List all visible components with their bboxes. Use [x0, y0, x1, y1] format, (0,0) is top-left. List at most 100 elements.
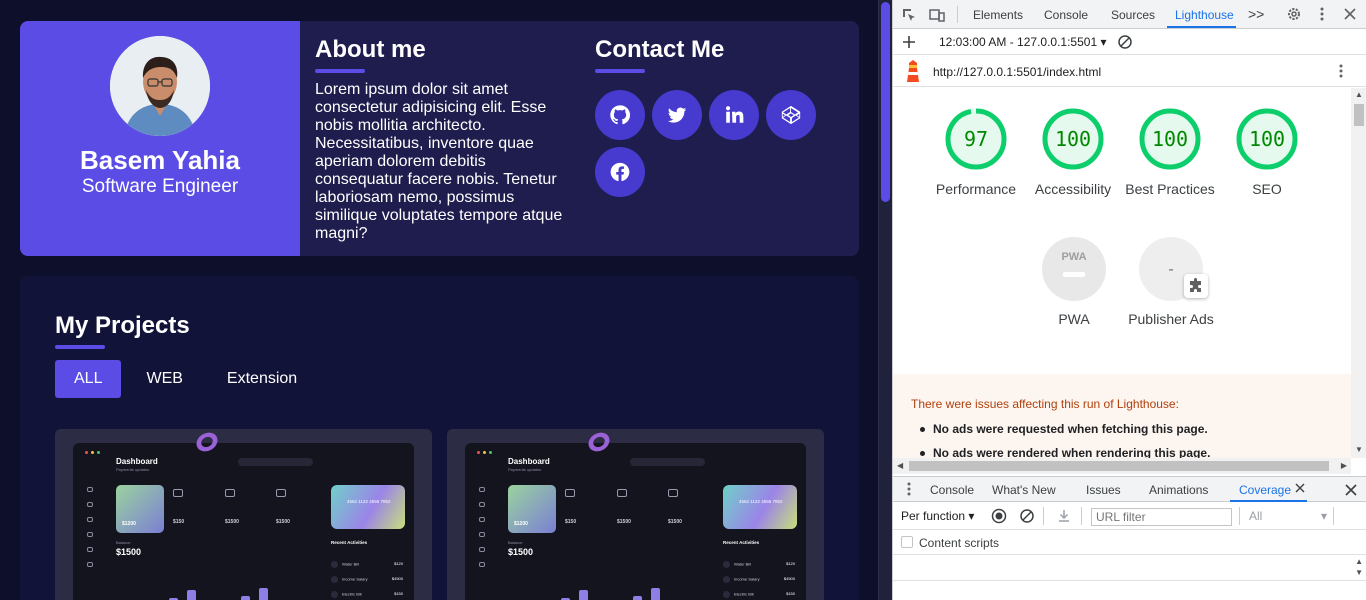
score-ring: 97 — [945, 108, 1007, 170]
recent-item: Electric Bill $150 — [723, 591, 795, 598]
scroll-left-arrow-icon[interactable]: ◀ — [897, 461, 903, 470]
twitter-link[interactable] — [652, 90, 702, 140]
report-url-bar: http://127.0.0.1:5501/index.html — [893, 55, 1366, 87]
drawer-tab-issues[interactable]: Issues — [1086, 483, 1121, 497]
project-card[interactable]: Dashboard Payments updates $1200 $150 $1… — [55, 429, 432, 600]
project-filters: ALL WEB Extension — [55, 360, 316, 398]
devtools-panel: Elements Console Sources Lighthouse >> 1… — [892, 0, 1366, 600]
mini-card: $1200 — [508, 485, 556, 533]
active-tab-underline — [1167, 26, 1236, 28]
gauge-accessibility[interactable]: 100 Accessibility — [1028, 106, 1118, 199]
device-toolbar-icon[interactable] — [929, 7, 945, 23]
recent-title: Recent Activities — [723, 540, 760, 545]
title-underline — [315, 69, 365, 73]
credit-card: 4562 1122 4595 7852 — [331, 485, 405, 529]
tab-lighthouse[interactable]: Lighthouse — [1175, 8, 1234, 22]
project-card[interactable]: Dashboard Payments updates $1200 $150 $1… — [447, 429, 824, 600]
tab-console[interactable]: Console — [1044, 8, 1088, 22]
codepen-link[interactable] — [766, 90, 816, 140]
tab-elements[interactable]: Elements — [973, 8, 1023, 22]
balance-chart — [515, 568, 705, 600]
export-download-icon[interactable] — [1056, 508, 1072, 524]
clear-icon[interactable] — [1019, 508, 1035, 524]
report-url: http://127.0.0.1:5501/index.html — [933, 65, 1102, 79]
filter-web[interactable]: WEB — [127, 360, 201, 398]
balance-chart — [123, 568, 313, 600]
recent-item: Income Salary $4500 — [331, 576, 403, 583]
scroll-down-arrow-icon[interactable]: ▼ — [1355, 445, 1363, 454]
filter-extension[interactable]: Extension — [208, 360, 316, 398]
mini-card: $1200 — [116, 485, 164, 533]
projects-section: My Projects ALL WEB Extension Dashboard … — [20, 276, 859, 600]
report-horizontal-thumb[interactable] — [909, 461, 1329, 471]
dashboard-search — [630, 458, 705, 466]
report-horizontal-scrollbar[interactable]: ◀ ▶ — [893, 458, 1351, 474]
close-drawer-icon[interactable] — [1343, 482, 1359, 498]
github-link[interactable] — [595, 90, 645, 140]
close-tab-icon[interactable] — [1294, 482, 1306, 494]
linkedin-link[interactable] — [709, 90, 759, 140]
scroll-down-arrow-icon[interactable]: ▼ — [1355, 568, 1363, 577]
new-report-plus-icon[interactable] — [901, 34, 917, 50]
title-underline — [55, 345, 105, 349]
report-vertical-scrollbar[interactable]: ▲ ▼ — [1351, 88, 1366, 458]
drawer-tab-animations[interactable]: Animations — [1149, 483, 1208, 497]
facebook-icon — [610, 162, 630, 182]
record-icon[interactable] — [991, 508, 1007, 524]
inspect-element-icon[interactable] — [901, 7, 917, 23]
type-filter-select[interactable]: All ▾ — [1249, 509, 1327, 523]
devtools-toolbar: Elements Console Sources Lighthouse >> — [893, 0, 1366, 29]
coverage-mode-select[interactable]: Per function ▾ — [901, 509, 974, 523]
gauge-publisher-ads[interactable]: - Publisher Ads — [1126, 236, 1216, 329]
gauge-best-practices[interactable]: 100 Best Practices — [1125, 106, 1215, 199]
scroll-right-arrow-icon[interactable]: ▶ — [1341, 461, 1347, 470]
dropdown-caret-icon: ▾ — [1320, 509, 1327, 523]
filter-all[interactable]: ALL — [55, 360, 122, 398]
report-selector[interactable]: 12:03:00 AM - 127.0.0.1:5501 ▾ — [939, 35, 1107, 49]
page-scroll-thumb[interactable] — [881, 2, 890, 202]
svg-text:PWA: PWA — [1061, 251, 1086, 263]
balance-label: Balance — [508, 540, 523, 545]
gauge-label: Publisher Ads — [1128, 311, 1214, 327]
facebook-link[interactable] — [595, 147, 645, 197]
gauge-label: Accessibility — [1034, 181, 1112, 197]
lighthouse-logo-icon — [907, 60, 919, 82]
drawer-tab-coverage[interactable]: Coverage — [1239, 483, 1291, 497]
settings-gear-icon[interactable] — [1286, 6, 1302, 22]
page-scrollbar[interactable] — [878, 0, 892, 600]
gauge-score: 97 — [964, 127, 988, 151]
gauge-performance[interactable]: 97 Performance — [931, 106, 1021, 199]
gauge-score: 100 — [1152, 127, 1188, 151]
close-icon[interactable] — [1342, 6, 1358, 22]
gauge-score: 100 — [1249, 127, 1285, 151]
report-menu-icon[interactable] — [1333, 63, 1349, 79]
coverage-toolbar: Per function ▾ All▾ — [893, 502, 1366, 530]
about-title: About me — [315, 36, 426, 63]
dashboard-search — [238, 458, 313, 466]
scroll-up-arrow-icon[interactable]: ▲ — [1355, 557, 1363, 566]
more-options-icon[interactable] — [1314, 6, 1330, 22]
content-scripts-row: Content scripts — [893, 530, 1366, 555]
credit-card: 4562 1122 4595 7852 — [723, 485, 797, 529]
drawer-tab-whats-new[interactable]: What's New — [992, 483, 1056, 497]
dashboard-subtitle: Payments updates — [116, 467, 150, 472]
window-dots — [85, 451, 100, 454]
score-ring: 100 — [1139, 108, 1201, 170]
clear-reports-icon[interactable] — [1117, 34, 1133, 50]
mini-stat: $1500 — [668, 489, 706, 525]
content-scripts-checkbox[interactable] — [901, 536, 913, 548]
drawer-tab-console[interactable]: Console — [930, 483, 974, 497]
gauge-seo[interactable]: 100 SEO — [1222, 106, 1312, 199]
recent-title: Recent Activities — [331, 540, 368, 545]
gauge-label: Performance — [935, 181, 1017, 197]
gauge-label: SEO — [1252, 181, 1282, 197]
more-tabs-button[interactable]: >> — [1248, 6, 1264, 22]
report-vertical-thumb[interactable] — [1354, 104, 1364, 126]
gauge-pwa[interactable]: PWA PWA — [1029, 236, 1119, 329]
project-preview: Dashboard Payments updates $1200 $150 $1… — [73, 443, 414, 600]
url-filter-input[interactable] — [1091, 508, 1232, 526]
scroll-up-arrow-icon[interactable]: ▲ — [1355, 90, 1363, 99]
tab-sources[interactable]: Sources — [1111, 8, 1155, 22]
issue-item: No ads were rendered when rendering this… — [919, 446, 1211, 458]
drawer-menu-icon[interactable] — [901, 481, 917, 497]
